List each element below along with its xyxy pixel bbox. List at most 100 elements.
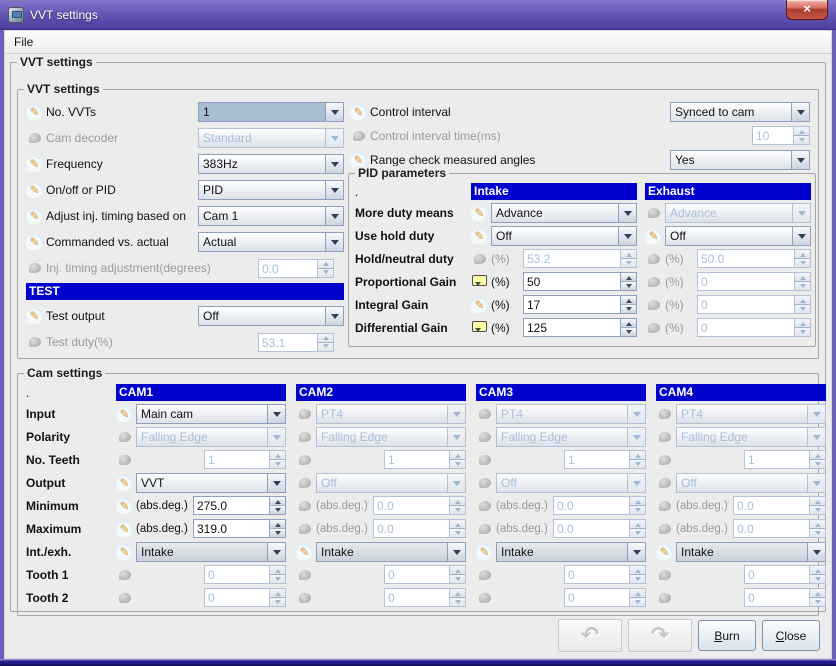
- cam2-output-dropdown: Off: [316, 473, 466, 493]
- edit-icon-disabled: [116, 452, 133, 468]
- cam4-output-value: Off: [677, 474, 807, 492]
- cam4-intexh-dropdown[interactable]: Intake: [676, 542, 826, 562]
- edit-icon-disabled: [476, 567, 493, 583]
- spinner-up-icon[interactable]: [270, 497, 285, 505]
- d-gain-intake-spinner[interactable]: 125: [523, 318, 637, 337]
- use-hold-exhaust-dropdown[interactable]: Off: [665, 226, 811, 246]
- undo-icon: ↶: [581, 625, 599, 647]
- cam-row-label: Maximum: [26, 522, 106, 536]
- adjust-inj-dropdown[interactable]: Cam 1: [198, 206, 344, 226]
- cmd-vs-actual-label: Commanded vs. actual: [46, 235, 169, 249]
- test-output-label: Test output: [46, 309, 105, 323]
- frequency-value: 383Hz: [199, 155, 325, 173]
- spinner-down-icon: [810, 528, 825, 537]
- dropdown-arrow-icon: [325, 129, 343, 147]
- spinner-up-icon: [810, 451, 825, 459]
- cam2-intexh-dropdown[interactable]: Intake: [316, 542, 466, 562]
- cam3-intexh-dropdown[interactable]: Intake: [496, 542, 646, 562]
- dropdown-arrow-icon: [791, 103, 809, 121]
- onoff-pid-dropdown[interactable]: PID: [198, 180, 344, 200]
- pid-row-label: Use hold duty: [355, 229, 463, 243]
- dropdown-arrow-icon: [618, 204, 636, 222]
- cam-decoder-value: Standard: [199, 129, 325, 147]
- cam1-teeth-spinner: 1: [204, 450, 286, 469]
- row-onoff-pid: On/off or PID PID: [26, 177, 344, 203]
- cam-row-tooth1: Tooth 1 0 0 0 0: [26, 563, 814, 586]
- i-gain-intake-spinner[interactable]: 17: [523, 295, 637, 314]
- cam2-teeth-value: 1: [385, 451, 449, 468]
- edit-icon-disabled: [645, 320, 662, 336]
- cam1-minimum-spinner[interactable]: 275.0: [193, 496, 286, 515]
- p-gain-intake-spinner[interactable]: 50: [523, 272, 637, 291]
- d-gain-intake-value: 125: [524, 319, 620, 336]
- edit-icon-disabled: [645, 297, 662, 313]
- cam1-input-dropdown[interactable]: Main cam: [136, 404, 286, 424]
- cam1-maximum-spinner[interactable]: 319.0: [193, 519, 286, 538]
- row-commanded-vs-actual: Commanded vs. actual Actual: [26, 229, 344, 255]
- dropdown-arrow-icon: [627, 474, 645, 492]
- spinner-up-icon: [450, 451, 465, 459]
- spinner-down-icon: [450, 597, 465, 606]
- edit-icon: [26, 208, 43, 224]
- spinner-up-icon[interactable]: [621, 273, 636, 281]
- burn-button[interactable]: Burn: [698, 620, 756, 651]
- cam-row-tooth2: Tooth 2 0 0 0 0: [26, 586, 814, 609]
- vvt-right-column: Control interval Synced to cam Control i…: [350, 99, 810, 172]
- pid-row-label: Proportional Gain: [355, 275, 463, 289]
- cam2-tooth1-spinner: 0: [384, 565, 466, 584]
- spinner-up-icon: [630, 566, 645, 574]
- spinner-down-icon: [810, 597, 825, 606]
- vvt-settings-window: VVT settings × File VVT settings VVT set…: [0, 0, 836, 666]
- cam4-maximum-spinner: 0.0: [733, 519, 826, 538]
- redo-button: ↷: [628, 619, 692, 652]
- spinner-up-icon[interactable]: [270, 520, 285, 528]
- cam2-maximum-spinner: 0.0: [373, 519, 466, 538]
- inj-adjustment-label: Inj. timing adjustment(degrees): [46, 261, 211, 275]
- interval-time-label: Control interval time(ms): [370, 129, 501, 143]
- cam3-minimum-spinner: 0.0: [553, 496, 646, 515]
- edit-icon: [26, 308, 43, 324]
- cam1-intexh-dropdown[interactable]: Intake: [136, 542, 286, 562]
- i-gain-exhaust-value: 0: [698, 296, 794, 313]
- cam4-input-value: PT4: [677, 405, 807, 423]
- more-duty-exhaust-dropdown: Advance: [665, 203, 811, 223]
- spinner-down-icon[interactable]: [621, 304, 636, 313]
- cmd-vs-actual-dropdown[interactable]: Actual: [198, 232, 344, 252]
- edit-icon-disabled: [476, 406, 493, 422]
- cam1-output-dropdown[interactable]: VVT: [136, 473, 286, 493]
- p-gain-exhaust-value: 0: [698, 273, 794, 290]
- close-window-button[interactable]: ×: [786, 0, 828, 20]
- spinner-up-icon: [630, 497, 645, 505]
- cam1-maximum-value: 319.0: [194, 520, 269, 537]
- cam1-minimum-value: 275.0: [194, 497, 269, 514]
- spinner-down-icon[interactable]: [621, 281, 636, 290]
- edit-icon: [116, 544, 133, 560]
- close-button[interactable]: Close: [762, 620, 820, 651]
- spinner-up-icon[interactable]: [621, 296, 636, 304]
- use-hold-intake-dropdown[interactable]: Off: [491, 226, 637, 246]
- spinner-down-icon[interactable]: [621, 327, 636, 336]
- close-icon: ×: [803, 1, 811, 16]
- control-interval-dropdown[interactable]: Synced to cam: [670, 102, 810, 122]
- cam4-tooth2-spinner: 0: [744, 588, 826, 607]
- spinner-up-icon: [795, 296, 810, 304]
- spinner-up-icon: [795, 319, 810, 327]
- cam2-intexh-value: Intake: [317, 543, 447, 561]
- cam1-tooth1-value: 0: [205, 566, 269, 583]
- test-output-dropdown[interactable]: Off: [198, 306, 344, 326]
- spinner-down-icon[interactable]: [270, 505, 285, 514]
- spinner-down-icon: [810, 574, 825, 583]
- menu-file[interactable]: File: [5, 32, 42, 52]
- vvt-settings-group: VVT settings No. VVTs 1 Cam decoder Stan…: [17, 82, 819, 359]
- spinner-down-icon[interactable]: [270, 528, 285, 537]
- hold-duty-intake-spinner: 53.2: [523, 249, 637, 268]
- frequency-dropdown[interactable]: 383Hz: [198, 154, 344, 174]
- spinner-down-icon: [795, 258, 810, 267]
- no-vvts-dropdown[interactable]: 1: [198, 102, 344, 122]
- spinner-up-icon[interactable]: [621, 319, 636, 327]
- control-interval-label: Control interval: [370, 105, 451, 119]
- row-adjust-inj-timing: Adjust inj. timing based on Cam 1: [26, 203, 344, 229]
- edit-icon: [350, 104, 367, 120]
- cam2-minimum-value: 0.0: [374, 497, 449, 514]
- more-duty-intake-dropdown[interactable]: Advance: [491, 203, 637, 223]
